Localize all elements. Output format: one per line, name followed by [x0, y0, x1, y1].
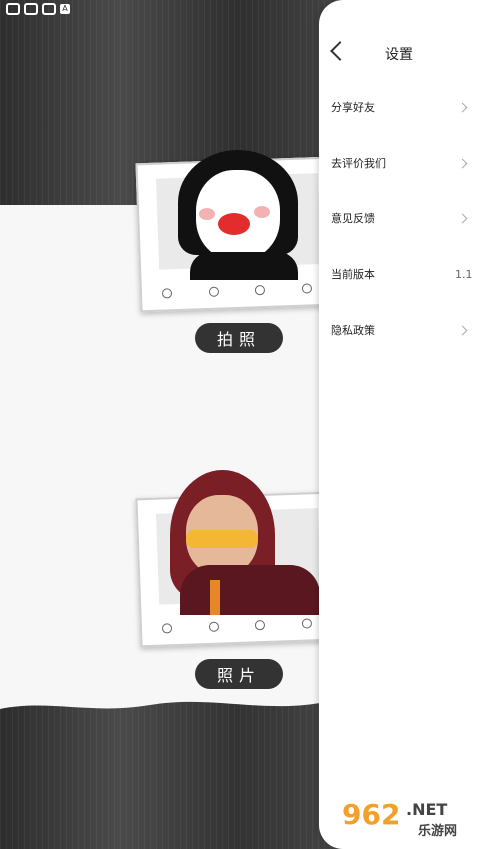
- settings-header: 设置: [319, 38, 478, 68]
- take-photo-button[interactable]: 拍照: [195, 323, 283, 353]
- share-friends-item[interactable]: 分享好友: [319, 95, 478, 119]
- chevron-right-icon: [457, 325, 468, 335]
- girl-lips: [218, 213, 250, 235]
- notification-icon: [6, 3, 20, 15]
- smile-icon: [208, 621, 219, 632]
- watermark-logo: 962 .NET 乐游网: [336, 798, 476, 844]
- row-label: 隐私政策: [331, 324, 375, 337]
- version-item: 当前版本 1.1: [319, 262, 478, 286]
- smile-icon: [208, 286, 219, 297]
- chevron-right-icon: [457, 102, 468, 112]
- camera-icon: [255, 619, 266, 631]
- girl-body: [180, 565, 320, 615]
- globe-icon: [161, 288, 173, 299]
- settings-panel: 设置 分享好友 去评价我们 意见反馈 当前版本 1.1 隐私政策: [319, 0, 478, 849]
- card-icons: [161, 280, 313, 301]
- chevron-right-icon: [457, 158, 468, 168]
- row-label: 去评价我们: [331, 157, 386, 170]
- privacy-policy-item[interactable]: 隐私政策: [319, 318, 478, 342]
- row-label: 意见反馈: [331, 212, 375, 225]
- heart-icon: [301, 618, 313, 629]
- watermark-cn: 乐游网: [418, 824, 458, 839]
- version-value: 1.1: [455, 267, 473, 281]
- bottom-wave: [0, 685, 320, 709]
- watermark-suffix: .NET: [406, 800, 448, 819]
- notification-icon: [42, 3, 56, 15]
- notification-icon: [24, 3, 38, 15]
- status-bar: A: [6, 3, 70, 15]
- card-icons: [161, 615, 313, 636]
- sunglasses: [186, 530, 258, 548]
- feedback-item[interactable]: 意见反馈: [319, 206, 478, 230]
- girl-cheek-left: [199, 208, 215, 220]
- photos-button[interactable]: 照片: [195, 659, 283, 689]
- status-badge: A: [60, 4, 70, 14]
- watermark-number: 962: [342, 798, 401, 831]
- jacket-stripe: [210, 580, 220, 615]
- settings-title: 设置: [385, 47, 413, 63]
- heart-icon: [301, 283, 313, 294]
- camera-icon: [255, 284, 266, 296]
- rate-us-item[interactable]: 去评价我们: [319, 151, 478, 175]
- row-label: 分享好友: [331, 101, 375, 114]
- chevron-right-icon: [457, 213, 468, 223]
- row-label: 当前版本: [331, 268, 375, 281]
- globe-icon: [161, 623, 173, 634]
- back-icon[interactable]: [330, 41, 350, 61]
- girl-cheek-right: [254, 206, 270, 218]
- girl-body: [190, 252, 298, 280]
